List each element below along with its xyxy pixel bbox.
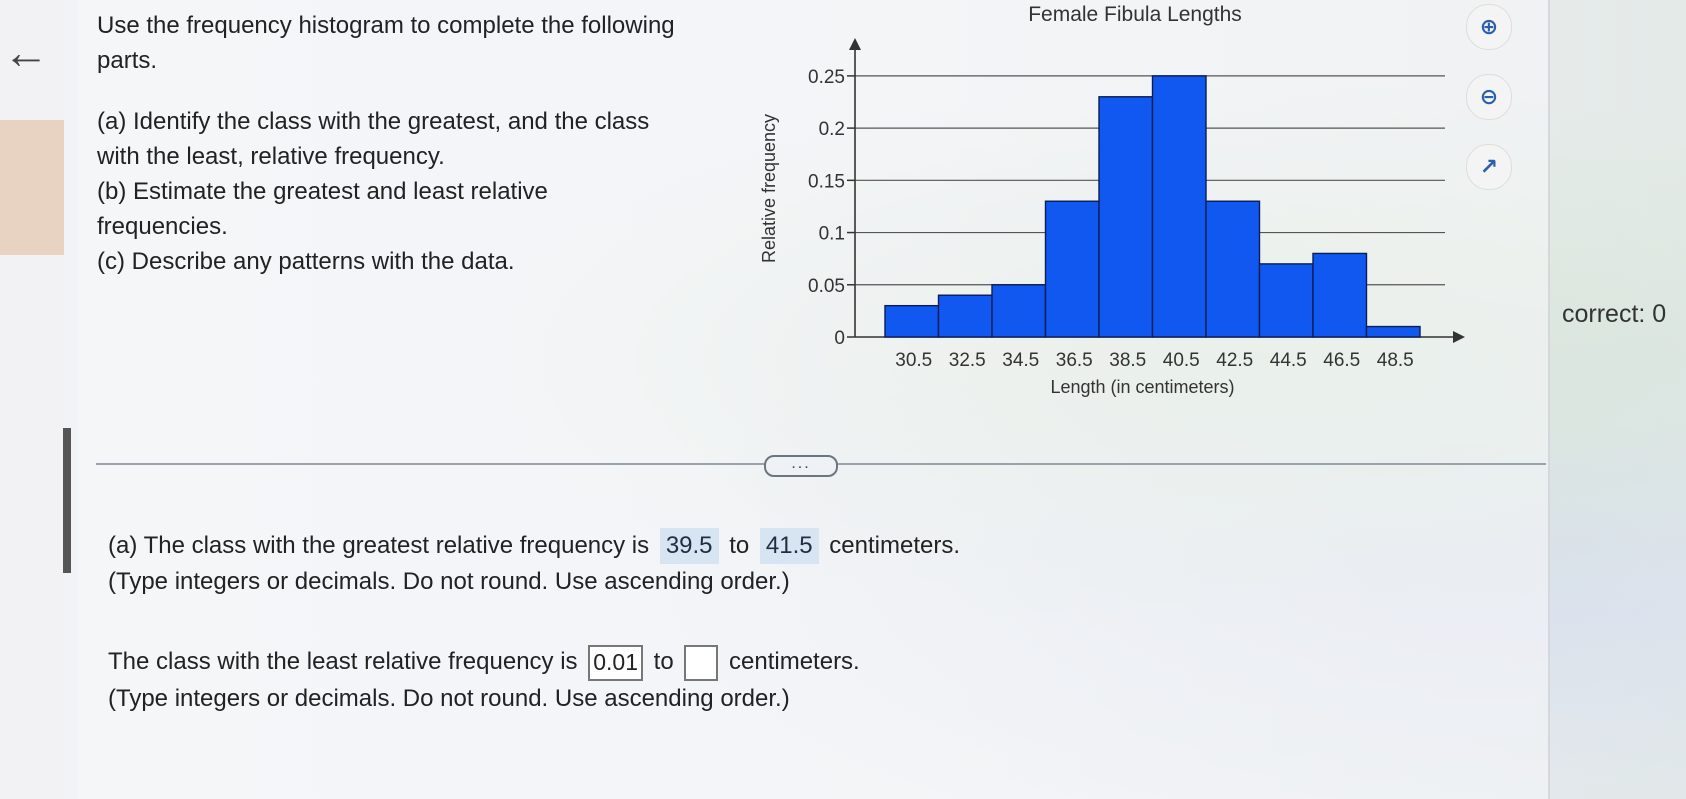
y-axis-arrow: [849, 38, 861, 50]
histogram-bar: [937, 294, 993, 338]
y-tick-label: 0.2: [819, 119, 845, 140]
histogram-bar: [884, 304, 940, 338]
x-tick-label: 44.5: [1270, 350, 1307, 371]
correct-count: correct: 0: [1562, 300, 1667, 328]
least-lower-input[interactable]: 0.01: [588, 644, 643, 681]
question-part-c: (c) Describe any patterns with the data.: [97, 248, 515, 275]
answer-least-to: to: [653, 648, 674, 675]
x-tick-label: 30.5: [895, 350, 932, 371]
answer-a-to: to: [729, 532, 750, 559]
y-tick-label: 0.15: [808, 171, 845, 192]
answer-section: (a) The class with the greatest relative…: [108, 528, 960, 717]
x-tick-label: 36.5: [1056, 350, 1093, 371]
histogram-bar: [1151, 75, 1207, 338]
zoom-out-icon[interactable]: ⊖: [1466, 74, 1512, 120]
zoom-in-icon[interactable]: ⊕: [1466, 4, 1512, 50]
y-tick-label: 0.05: [808, 276, 845, 297]
answer-a-prefix: (a) The class with the greatest relative…: [108, 532, 650, 559]
answer-a-line: (a) The class with the greatest relative…: [108, 528, 960, 564]
x-axis-label: Length (in centimeters): [1050, 377, 1234, 397]
focus-indicator: [63, 428, 71, 573]
x-tick-label: 42.5: [1216, 350, 1253, 371]
answer-hint-2: (Type integers or decimals. Do not round…: [108, 684, 790, 712]
back-arrow-icon[interactable]: ←: [2, 28, 50, 76]
answer-a-suffix: centimeters.: [829, 532, 960, 559]
histogram-bar: [1365, 325, 1421, 338]
x-tick-label: 32.5: [949, 350, 986, 371]
greatest-lower-input[interactable]: 39.5: [659, 528, 719, 564]
greatest-upper-input[interactable]: 41.5: [759, 528, 819, 564]
x-tick-label: 40.5: [1163, 350, 1200, 371]
external-link-icon[interactable]: ↗: [1466, 144, 1512, 190]
histogram-bar: [1258, 263, 1314, 338]
more-options-button[interactable]: ...: [764, 455, 838, 477]
x-tick-label: 48.5: [1377, 350, 1414, 371]
x-tick-label: 38.5: [1109, 350, 1146, 371]
answer-least-suffix: centimeters.: [729, 648, 860, 675]
question-part-b: (b) Estimate the greatest and least rela…: [97, 178, 548, 240]
y-tick-label: 0.25: [808, 67, 845, 88]
answer-least-line: The class with the least relative freque…: [108, 644, 960, 681]
answer-least-prefix: The class with the least relative freque…: [108, 648, 578, 675]
question-intro: Use the frequency histogram to complete …: [97, 12, 675, 74]
x-tick-label: 34.5: [1002, 350, 1039, 371]
histogram-figure: Female Fibula Lengths 0 0.05 0.1 0.15 0.2 0.2…: [730, 0, 1470, 400]
question-text: Use the frequency histogram to complete …: [97, 8, 677, 279]
x-tick-label: 46.5: [1323, 350, 1360, 371]
histogram-bar: [1205, 200, 1261, 338]
histogram-bar: [1312, 252, 1368, 338]
histogram-bar: [1098, 96, 1154, 338]
least-upper-input[interactable]: [684, 644, 719, 681]
histogram-bar: [991, 284, 1047, 338]
y-tick-label: 0.1: [819, 224, 845, 245]
y-tick-label: 0: [834, 328, 845, 349]
y-axis-label: Relative frequency: [759, 114, 779, 263]
histogram-chart: 0 0.05 0.1 0.15 0.2 0.25 30.5 32.5 34.5 36.5 38.5 4…: [759, 38, 1465, 397]
answer-hint-1: (Type integers or decimals. Do not round…: [108, 568, 790, 595]
question-part-a: (a) Identify the class with the greatest…: [97, 108, 650, 170]
panel-divider: [1548, 0, 1550, 799]
left-sidebar-accent: [0, 120, 64, 255]
x-axis-arrow: [1453, 331, 1465, 343]
histogram-bar: [1044, 200, 1100, 338]
